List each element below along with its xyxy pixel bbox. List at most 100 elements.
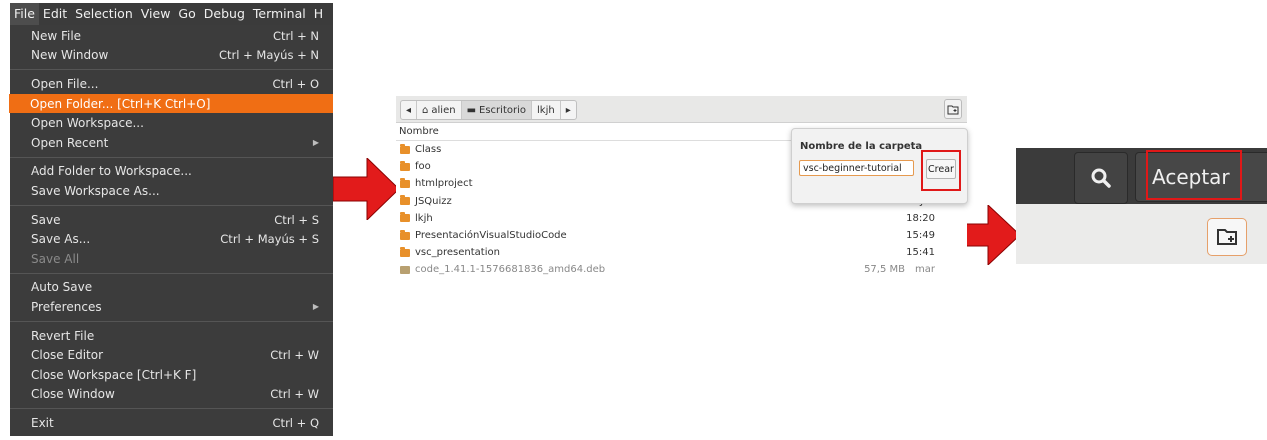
menu-help[interactable]: H [310, 3, 327, 25]
menu-item-label: Preferences [31, 299, 102, 314]
breadcrumb: ◂ ⌂ alien ▬ Escritorio lkjh ▸ [400, 100, 577, 120]
highlight-box [921, 150, 961, 191]
menu-file[interactable]: File [10, 3, 39, 25]
menu-item-label: Open Recent [31, 135, 109, 150]
menu-separator [10, 204, 333, 206]
menu-item-label: Save [31, 212, 61, 227]
highlight-box [1146, 150, 1242, 200]
file-row[interactable]: PresentaciónVisualStudioCode 15:49 [396, 227, 967, 244]
menu-item-save-workspace-as[interactable]: Save Workspace As... [10, 181, 333, 201]
menu-item-close-window[interactable]: Close Window Ctrl + W [10, 385, 333, 405]
menu-item-new-window[interactable]: New Window Ctrl + Mayús + N [10, 46, 333, 66]
menu-item-shortcut: Ctrl + Q [272, 415, 319, 430]
menu-item-shortcut: Ctrl + Mayús + S [220, 232, 319, 247]
menu-separator [10, 69, 333, 71]
menu-item-auto-save[interactable]: Auto Save [10, 278, 333, 298]
menu-item-open-recent[interactable]: Open Recent ▶ [10, 133, 333, 153]
folder-icon [400, 195, 410, 206]
folder-name-input[interactable]: vsc-beginner-tutorial [799, 160, 914, 176]
submenu-arrow-icon: ▶ [312, 302, 319, 312]
menu-item-new-file[interactable]: New File Ctrl + N [10, 26, 333, 46]
menu-item-open-workspace[interactable]: Open Workspace... [10, 113, 333, 133]
menu-selection[interactable]: Selection [71, 3, 137, 25]
red-arrow-icon [958, 205, 1021, 265]
breadcrumb-forward-button[interactable]: ▸ [561, 101, 576, 119]
file-size: 57,5 MB [864, 264, 905, 276]
breadcrumb-label: Escritorio [479, 104, 526, 116]
breadcrumb-label: lkjh [537, 104, 555, 116]
file-name: code_1.41.1-1576681836_amd64.deb [415, 264, 606, 276]
menu-item-shortcut: Ctrl + Mayús + N [218, 48, 319, 63]
file-row[interactable]: code_1.41.1-1576681836_amd64.deb 57,5 MB m… [396, 261, 967, 278]
menu-separator [10, 408, 333, 410]
breadcrumb-item-desktop[interactable]: ▬ Escritorio [461, 101, 532, 119]
file-modified: 15:41 [906, 247, 935, 259]
menu-go[interactable]: Go [174, 3, 199, 25]
file-row[interactable]: lkjh 18:20 [396, 210, 967, 227]
menu-item-close-editor[interactable]: Close Editor Ctrl + W [10, 345, 333, 365]
breadcrumb-item-home[interactable]: ⌂ alien [417, 101, 462, 119]
folder-icon [400, 160, 410, 171]
new-folder-icon [1217, 229, 1237, 245]
submenu-arrow-icon: ▶ [312, 138, 319, 148]
red-arrow-icon [333, 158, 400, 220]
search-icon [1091, 168, 1111, 188]
menu-item-shortcut: Ctrl + W [270, 348, 319, 363]
menu-item-save-as[interactable]: Save As... Ctrl + Mayús + S [10, 229, 333, 249]
menu-separator [10, 272, 333, 274]
menu-item-open-folder[interactable]: Open Folder... [Ctrl+K Ctrl+O] [9, 93, 333, 114]
file-row[interactable]: vsc_presentation 15:41 [396, 244, 967, 261]
folder-icon [400, 177, 410, 188]
menu-item-add-folder-to-workspace[interactable]: Add Folder to Workspace... [10, 162, 333, 182]
menubar: File Edit Selection View Go Debug Termin… [10, 3, 333, 25]
file-name: PresentaciónVisualStudioCode [415, 230, 567, 242]
chooser-toolbar: ◂ ⌂ alien ▬ Escritorio lkjh ▸ [396, 96, 967, 123]
file-name: JSQuizz [415, 195, 452, 207]
new-folder-button-zoomed[interactable] [1207, 218, 1247, 256]
menu-item-shortcut: Ctrl + S [274, 212, 319, 227]
menu-item-label: Open File... [31, 76, 99, 91]
menu-item-preferences[interactable]: Preferences ▶ [10, 297, 333, 317]
menu-item-label: Auto Save [31, 280, 93, 295]
column-header-label: Nombre [399, 126, 439, 137]
file-modified: mar [915, 264, 935, 276]
breadcrumb-item-current[interactable]: lkjh [532, 101, 561, 119]
menu-item-shortcut: Ctrl + O [272, 76, 319, 91]
breadcrumb-back-button[interactable]: ◂ [401, 101, 418, 119]
breadcrumb-label: alien [431, 104, 456, 116]
package-file-icon [400, 265, 410, 274]
vscode-file-menu-panel: File Edit Selection View Go Debug Termin… [9, 3, 333, 436]
home-icon: ⌂ [422, 104, 429, 116]
menu-edit[interactable]: Edit [39, 3, 71, 25]
menu-item-save[interactable]: Save Ctrl + S [10, 210, 333, 230]
menu-item-label: Open Folder... [Ctrl+K Ctrl+O] [30, 96, 211, 111]
menu-item-save-all: Save All [10, 249, 333, 269]
menu-terminal[interactable]: Terminal [249, 3, 310, 25]
file-menu-dropdown: New File Ctrl + N New Window Ctrl + Mayús … [9, 25, 333, 433]
new-folder-icon [947, 105, 959, 114]
menu-view[interactable]: View [137, 3, 175, 25]
menu-item-label: Exit [31, 415, 54, 430]
menu-item-label: Save As... [31, 232, 91, 247]
folder-icon [400, 143, 410, 154]
search-button[interactable] [1074, 152, 1128, 204]
menu-item-label: Close Editor [31, 348, 104, 363]
menu-item-shortcut: Ctrl + W [270, 387, 319, 402]
file-name: lkjh [415, 212, 433, 224]
menu-item-label: Close Workspace [Ctrl+K F] [31, 367, 197, 382]
menu-separator [10, 320, 333, 322]
menu-item-revert-file[interactable]: Revert File [10, 326, 333, 346]
file-modified: 15:49 [906, 230, 935, 242]
file-modified: 18:20 [906, 212, 935, 224]
desktop-icon: ▬ [466, 104, 477, 116]
new-folder-button[interactable] [944, 99, 962, 119]
menu-debug[interactable]: Debug [200, 3, 249, 25]
menu-item-close-workspace[interactable]: Close Workspace [Ctrl+K F] [10, 365, 333, 385]
menu-item-exit[interactable]: Exit Ctrl + Q [10, 413, 333, 433]
menu-item-label: Revert File [31, 328, 95, 343]
menu-separator [10, 156, 333, 158]
menu-item-shortcut: Ctrl + N [272, 28, 319, 43]
menu-item-open-file[interactable]: Open File... Ctrl + O [10, 74, 333, 94]
menu-item-label: New Window [31, 48, 109, 63]
menu-item-label: New File [31, 28, 82, 43]
